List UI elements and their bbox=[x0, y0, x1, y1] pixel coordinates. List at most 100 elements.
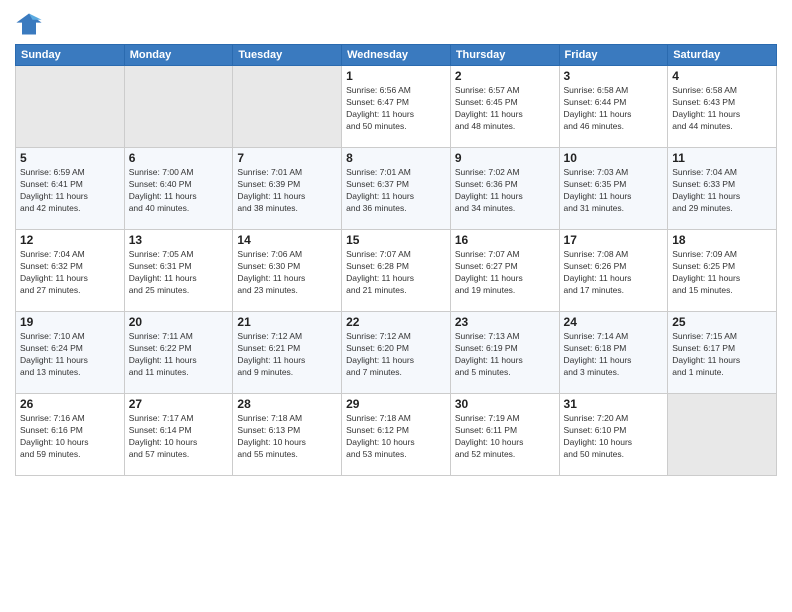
weekday-header-saturday: Saturday bbox=[668, 45, 777, 66]
day-number: 6 bbox=[129, 151, 229, 165]
week-row-5: 26 Sunrise: 7:16 AM Sunset: 6:16 PM Dayli… bbox=[16, 394, 777, 476]
day-number: 28 bbox=[237, 397, 337, 411]
day-info: Sunrise: 7:14 AM Sunset: 6:18 PM Dayligh… bbox=[564, 331, 664, 379]
day-info: Sunrise: 7:06 AM Sunset: 6:30 PM Dayligh… bbox=[237, 249, 337, 297]
day-info: Sunrise: 7:19 AM Sunset: 6:11 PM Dayligh… bbox=[455, 413, 555, 461]
calendar-cell: 30 Sunrise: 7:19 AM Sunset: 6:11 PM Dayli… bbox=[450, 394, 559, 476]
day-info: Sunrise: 6:59 AM Sunset: 6:41 PM Dayligh… bbox=[20, 167, 120, 215]
day-info: Sunrise: 6:58 AM Sunset: 6:44 PM Dayligh… bbox=[564, 85, 664, 133]
day-number: 20 bbox=[129, 315, 229, 329]
weekday-header-row: SundayMondayTuesdayWednesdayThursdayFrid… bbox=[16, 45, 777, 66]
calendar-cell: 18 Sunrise: 7:09 AM Sunset: 6:25 PM Dayli… bbox=[668, 230, 777, 312]
calendar-cell: 2 Sunrise: 6:57 AM Sunset: 6:45 PM Daylig… bbox=[450, 66, 559, 148]
day-number: 24 bbox=[564, 315, 664, 329]
day-number: 18 bbox=[672, 233, 772, 247]
calendar-page: SundayMondayTuesdayWednesdayThursdayFrid… bbox=[0, 0, 792, 612]
day-number: 23 bbox=[455, 315, 555, 329]
calendar-cell: 7 Sunrise: 7:01 AM Sunset: 6:39 PM Daylig… bbox=[233, 148, 342, 230]
week-row-3: 12Sunrise: 7:04 AM Sunset: 6:32 PM Dayli… bbox=[16, 230, 777, 312]
calendar-cell: 3 Sunrise: 6:58 AM Sunset: 6:44 PM Daylig… bbox=[559, 66, 668, 148]
day-number: 17 bbox=[564, 233, 664, 247]
day-info: Sunrise: 7:01 AM Sunset: 6:39 PM Dayligh… bbox=[237, 167, 337, 215]
weekday-header-wednesday: Wednesday bbox=[342, 45, 451, 66]
day-info: Sunrise: 7:11 AM Sunset: 6:22 PM Dayligh… bbox=[129, 331, 229, 379]
calendar-cell: 14 Sunrise: 7:06 AM Sunset: 6:30 PM Dayli… bbox=[233, 230, 342, 312]
day-info: Sunrise: 7:05 AM Sunset: 6:31 PM Dayligh… bbox=[129, 249, 229, 297]
calendar-cell: 23 Sunrise: 7:13 AM Sunset: 6:19 PM Dayli… bbox=[450, 312, 559, 394]
day-number: 31 bbox=[564, 397, 664, 411]
weekday-header-sunday: Sunday bbox=[16, 45, 125, 66]
day-info: Sunrise: 7:15 AM Sunset: 6:17 PM Dayligh… bbox=[672, 331, 772, 379]
day-info: Sunrise: 7:09 AM Sunset: 6:25 PM Dayligh… bbox=[672, 249, 772, 297]
day-info: Sunrise: 7:07 AM Sunset: 6:27 PM Dayligh… bbox=[455, 249, 555, 297]
day-number: 7 bbox=[237, 151, 337, 165]
day-number: 2 bbox=[455, 69, 555, 83]
day-info: Sunrise: 7:01 AM Sunset: 6:37 PM Dayligh… bbox=[346, 167, 446, 215]
day-number: 5 bbox=[20, 151, 120, 165]
day-info: Sunrise: 7:10 AM Sunset: 6:24 PM Dayligh… bbox=[20, 331, 120, 379]
day-number: 22 bbox=[346, 315, 446, 329]
calendar-cell: 25 Sunrise: 7:15 AM Sunset: 6:17 PM Dayli… bbox=[668, 312, 777, 394]
weekday-header-friday: Friday bbox=[559, 45, 668, 66]
day-number: 29 bbox=[346, 397, 446, 411]
calendar-cell: 29 Sunrise: 7:18 AM Sunset: 6:12 PM Dayli… bbox=[342, 394, 451, 476]
calendar-cell: 4Sunrise: 6:58 AM Sunset: 6:43 PM Daylig… bbox=[668, 66, 777, 148]
calendar-cell: 24 Sunrise: 7:14 AM Sunset: 6:18 PM Dayli… bbox=[559, 312, 668, 394]
calendar-cell: 15Sunrise: 7:07 AM Sunset: 6:28 PM Dayli… bbox=[342, 230, 451, 312]
calendar-cell: 13 Sunrise: 7:05 AM Sunset: 6:31 PM Dayli… bbox=[124, 230, 233, 312]
logo-icon bbox=[15, 10, 43, 38]
week-row-4: 19 Sunrise: 7:10 AM Sunset: 6:24 PM Dayli… bbox=[16, 312, 777, 394]
day-number: 11 bbox=[672, 151, 772, 165]
day-number: 19 bbox=[20, 315, 120, 329]
week-row-2: 5 Sunrise: 6:59 AM Sunset: 6:41 PM Daylig… bbox=[16, 148, 777, 230]
calendar-cell: 9Sunrise: 7:02 AM Sunset: 6:36 PM Daylig… bbox=[450, 148, 559, 230]
calendar-cell: 20 Sunrise: 7:11 AM Sunset: 6:22 PM Dayli… bbox=[124, 312, 233, 394]
day-number: 8 bbox=[346, 151, 446, 165]
header bbox=[15, 10, 777, 38]
day-number: 14 bbox=[237, 233, 337, 247]
calendar-cell: 11Sunrise: 7:04 AM Sunset: 6:33 PM Dayli… bbox=[668, 148, 777, 230]
calendar-cell: 8 Sunrise: 7:01 AM Sunset: 6:37 PM Daylig… bbox=[342, 148, 451, 230]
calendar-table: SundayMondayTuesdayWednesdayThursdayFrid… bbox=[15, 44, 777, 476]
day-number: 13 bbox=[129, 233, 229, 247]
day-number: 21 bbox=[237, 315, 337, 329]
calendar-cell: 5 Sunrise: 6:59 AM Sunset: 6:41 PM Daylig… bbox=[16, 148, 125, 230]
day-number: 26 bbox=[20, 397, 120, 411]
day-info: Sunrise: 7:13 AM Sunset: 6:19 PM Dayligh… bbox=[455, 331, 555, 379]
day-info: Sunrise: 7:18 AM Sunset: 6:12 PM Dayligh… bbox=[346, 413, 446, 461]
weekday-header-tuesday: Tuesday bbox=[233, 45, 342, 66]
day-info: Sunrise: 7:20 AM Sunset: 6:10 PM Dayligh… bbox=[564, 413, 664, 461]
weekday-header-monday: Monday bbox=[124, 45, 233, 66]
weekday-header-thursday: Thursday bbox=[450, 45, 559, 66]
day-info: Sunrise: 7:08 AM Sunset: 6:26 PM Dayligh… bbox=[564, 249, 664, 297]
day-info: Sunrise: 7:16 AM Sunset: 6:16 PM Dayligh… bbox=[20, 413, 120, 461]
calendar-cell: 19 Sunrise: 7:10 AM Sunset: 6:24 PM Dayli… bbox=[16, 312, 125, 394]
calendar-cell: 27Sunrise: 7:17 AM Sunset: 6:14 PM Dayli… bbox=[124, 394, 233, 476]
week-row-1: 1Sunrise: 6:56 AM Sunset: 6:47 PM Daylig… bbox=[16, 66, 777, 148]
calendar-cell: 1Sunrise: 6:56 AM Sunset: 6:47 PM Daylig… bbox=[342, 66, 451, 148]
day-number: 10 bbox=[564, 151, 664, 165]
day-number: 4 bbox=[672, 69, 772, 83]
day-number: 27 bbox=[129, 397, 229, 411]
day-info: Sunrise: 7:00 AM Sunset: 6:40 PM Dayligh… bbox=[129, 167, 229, 215]
day-number: 30 bbox=[455, 397, 555, 411]
day-info: Sunrise: 7:12 AM Sunset: 6:20 PM Dayligh… bbox=[346, 331, 446, 379]
logo bbox=[15, 10, 47, 38]
day-info: Sunrise: 7:04 AM Sunset: 6:32 PM Dayligh… bbox=[20, 249, 120, 297]
calendar-cell: 28 Sunrise: 7:18 AM Sunset: 6:13 PM Dayli… bbox=[233, 394, 342, 476]
day-info: Sunrise: 6:56 AM Sunset: 6:47 PM Dayligh… bbox=[346, 85, 446, 133]
day-number: 25 bbox=[672, 315, 772, 329]
calendar-cell: 22 Sunrise: 7:12 AM Sunset: 6:20 PM Dayli… bbox=[342, 312, 451, 394]
calendar-cell: 26 Sunrise: 7:16 AM Sunset: 6:16 PM Dayli… bbox=[16, 394, 125, 476]
calendar-cell bbox=[233, 66, 342, 148]
day-number: 9 bbox=[455, 151, 555, 165]
day-info: Sunrise: 6:57 AM Sunset: 6:45 PM Dayligh… bbox=[455, 85, 555, 133]
calendar-cell: 17 Sunrise: 7:08 AM Sunset: 6:26 PM Dayli… bbox=[559, 230, 668, 312]
day-info: Sunrise: 7:18 AM Sunset: 6:13 PM Dayligh… bbox=[237, 413, 337, 461]
day-number: 16 bbox=[455, 233, 555, 247]
calendar-cell: 31 Sunrise: 7:20 AM Sunset: 6:10 PM Dayli… bbox=[559, 394, 668, 476]
day-number: 3 bbox=[564, 69, 664, 83]
calendar-cell: 6 Sunrise: 7:00 AM Sunset: 6:40 PM Daylig… bbox=[124, 148, 233, 230]
calendar-cell bbox=[16, 66, 125, 148]
calendar-cell bbox=[668, 394, 777, 476]
